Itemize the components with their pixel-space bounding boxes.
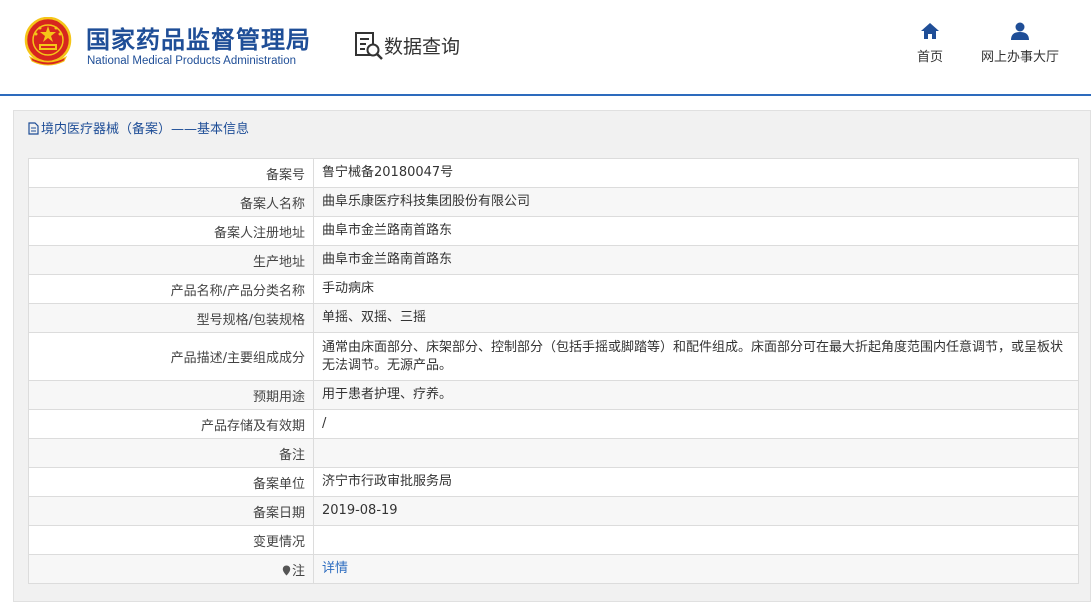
home-icon: [921, 23, 939, 39]
note-label: 注: [291, 563, 305, 579]
row-value: 济宁市行政审批服务局: [313, 467, 1079, 497]
nav-home-label: 首页: [916, 50, 943, 65]
row-label: 备案号: [28, 158, 314, 188]
nav-online-service-label: 网上办事大厅: [980, 50, 1059, 65]
table-row: 产品存储及有效期 /: [28, 409, 1079, 439]
pin-icon: [282, 565, 291, 575]
row-value: 曲阜乐康医疗科技集团股份有限公司: [313, 187, 1079, 217]
nav-online-service-link[interactable]: 网上办事大厅: [974, 22, 1066, 65]
detail-panel: 境内医疗器械（备案）——基本信息 备案号 鲁宁械备20180047号 备案人名称…: [13, 110, 1091, 602]
table-row: 型号规格/包装规格 单摇、双摇、三摇: [28, 303, 1079, 333]
table-row: 备注: [28, 438, 1079, 468]
brand-title-cn: 国家药品监督管理局: [86, 26, 311, 54]
row-value: [313, 438, 1079, 468]
row-label: 产品存储及有效期: [28, 409, 314, 439]
row-value: [313, 525, 1079, 555]
row-label: 产品名称/产品分类名称: [28, 274, 314, 304]
row-label-note: 注: [28, 554, 314, 584]
row-value: 通常由床面部分、床架部分、控制部分（包括手摇或脚踏等）和配件组成。床面部分可在最…: [313, 332, 1079, 381]
table-row: 产品名称/产品分类名称 手动病床: [28, 274, 1079, 304]
table-row: 注 详情: [28, 554, 1079, 584]
row-label: 备案单位: [28, 467, 314, 497]
row-value: 曲阜市金兰路南首路东: [313, 245, 1079, 275]
document-icon: [28, 122, 39, 135]
row-label: 生产地址: [28, 245, 314, 275]
row-label: 备案日期: [28, 496, 314, 526]
row-value: 手动病床: [313, 274, 1079, 304]
table-row: 预期用途 用于患者护理、疗养。: [28, 380, 1079, 410]
row-value: 鲁宁械备20180047号: [313, 158, 1079, 188]
detail-table: 备案号 鲁宁械备20180047号 备案人名称 曲阜乐康医疗科技集团股份有限公司…: [28, 158, 1079, 584]
row-value: 曲阜市金兰路南首路东: [313, 216, 1079, 246]
table-row: 变更情况: [28, 525, 1079, 555]
table-row: 备案单位 济宁市行政审批服务局: [28, 467, 1079, 497]
row-label: 备案人注册地址: [28, 216, 314, 246]
nav-home-link[interactable]: 首页: [910, 22, 950, 65]
table-row: 备案人注册地址 曲阜市金兰路南首路东: [28, 216, 1079, 246]
row-label: 变更情况: [28, 525, 314, 555]
document-search-icon: [355, 32, 383, 60]
row-value: 单摇、双摇、三摇: [313, 303, 1079, 333]
site-header: 国家药品监督管理局 National Medical Products Admi…: [0, 0, 1091, 96]
row-label: 备注: [28, 438, 314, 468]
row-label: 产品描述/主要组成成分: [28, 332, 314, 381]
user-icon: [1011, 22, 1029, 40]
data-query-title: 数据查询: [384, 36, 461, 58]
details-link[interactable]: 详情: [322, 561, 348, 576]
row-value: 2019-08-19: [313, 496, 1079, 526]
brand-title-en: National Medical Products Administration: [87, 55, 297, 67]
panel-title: 境内医疗器械（备案）——基本信息: [41, 122, 250, 137]
row-value: 用于患者护理、疗养。: [313, 380, 1079, 410]
row-label: 预期用途: [28, 380, 314, 410]
row-value: 详情: [313, 554, 1079, 584]
panel-header: 境内医疗器械（备案）——基本信息: [14, 111, 1090, 149]
row-label: 型号规格/包装规格: [28, 303, 314, 333]
table-row: 备案日期 2019-08-19: [28, 496, 1079, 526]
table-row: 备案人名称 曲阜乐康医疗科技集团股份有限公司: [28, 187, 1079, 217]
table-row: 备案号 鲁宁械备20180047号: [28, 158, 1079, 188]
row-label: 备案人名称: [28, 187, 314, 217]
national-emblem-icon: [24, 17, 72, 66]
row-value: /: [313, 409, 1079, 439]
table-row: 生产地址 曲阜市金兰路南首路东: [28, 245, 1079, 275]
table-row: 产品描述/主要组成成分 通常由床面部分、床架部分、控制部分（包括手摇或脚踏等）和…: [28, 332, 1079, 381]
